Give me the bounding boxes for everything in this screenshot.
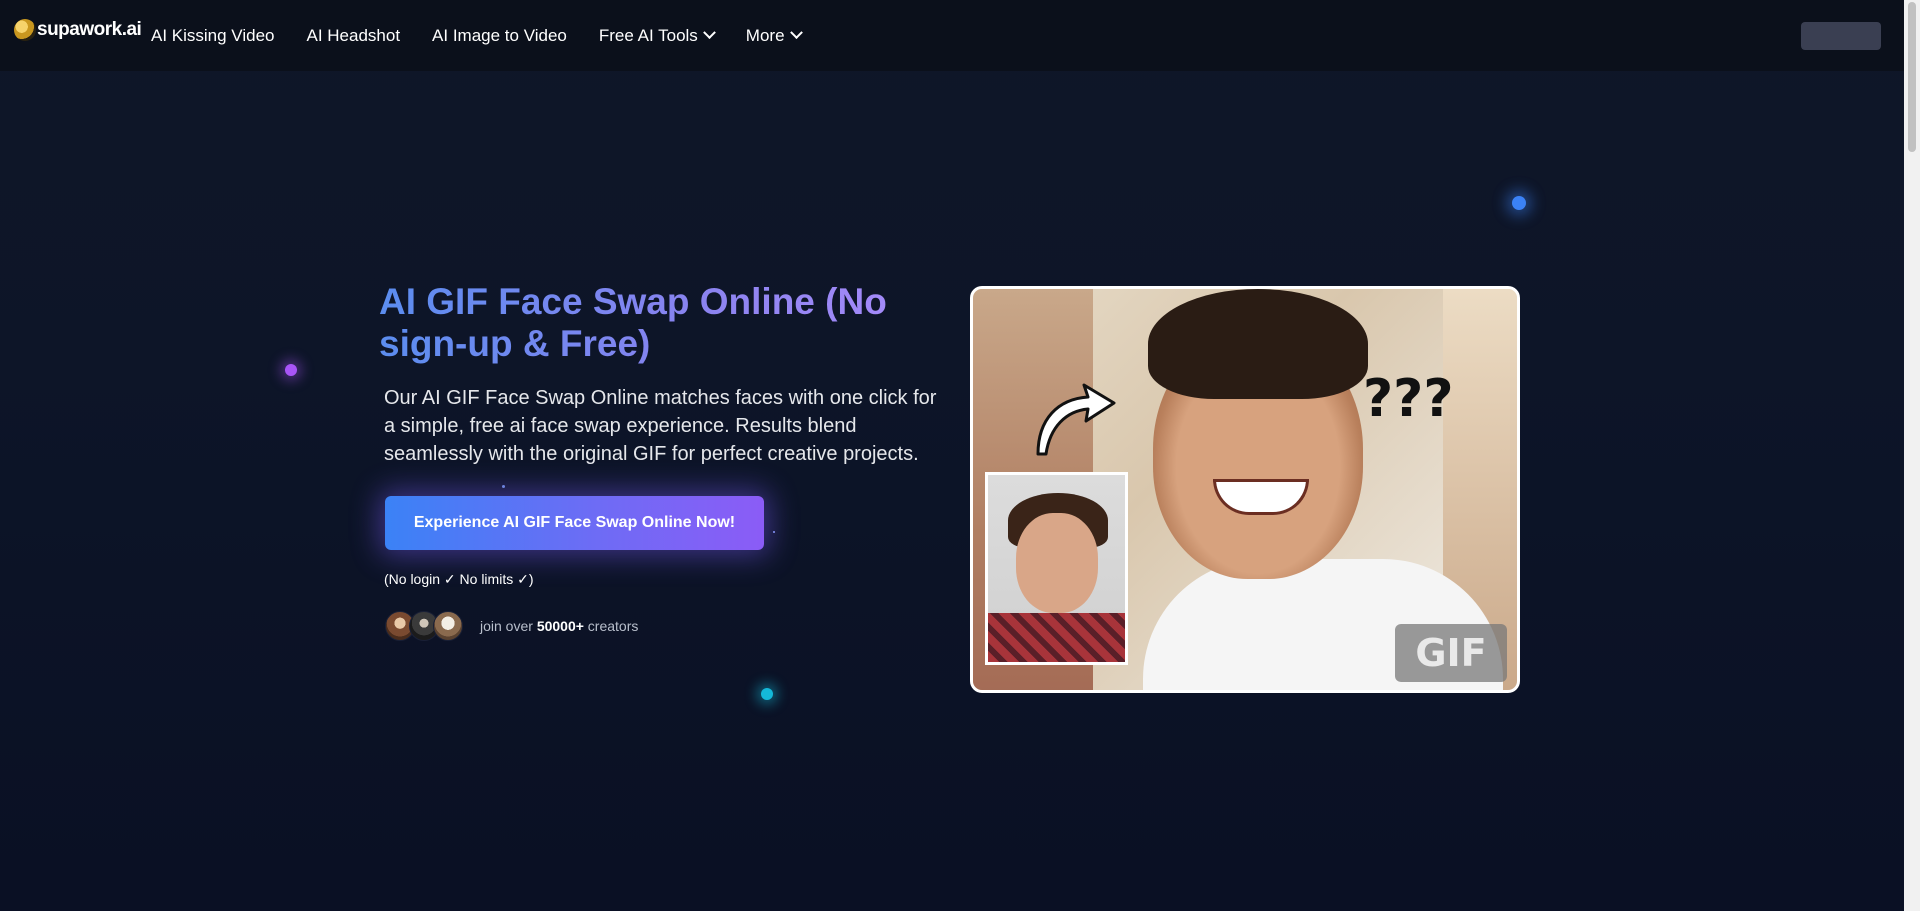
nav-item-ai-kissing-video[interactable]: AI Kissing Video	[151, 26, 274, 46]
decorative-glow-dot	[1512, 196, 1526, 210]
nav-item-ai-image-to-video[interactable]: AI Image to Video	[432, 26, 567, 46]
login-button[interactable]	[1801, 22, 1881, 50]
top-navbar: supawork.ai AI Kissing Video AI Headshot…	[0, 0, 1904, 71]
hero-title: AI GIF Face Swap Online (No sign-up & Fr…	[379, 281, 919, 365]
chevron-down-icon	[702, 26, 716, 40]
hair-shape	[1148, 289, 1368, 399]
nav-item-free-ai-tools[interactable]: Free AI Tools	[599, 26, 716, 46]
logo-icon	[14, 19, 36, 41]
cta-button[interactable]: Experience AI GIF Face Swap Online Now!	[385, 496, 764, 550]
avatar	[433, 611, 463, 641]
inset-shirt-shape	[988, 613, 1125, 662]
join-creators-text: join over 50000+ creators	[480, 618, 639, 634]
site-logo[interactable]: supawork.ai	[14, 19, 142, 41]
decorative-dot	[502, 485, 505, 488]
decorative-glow-dot	[761, 688, 773, 700]
nav-item-ai-headshot[interactable]: AI Headshot	[306, 26, 400, 46]
curved-arrow-icon	[1036, 383, 1116, 456]
hero-demo-image: ??? GIF	[970, 286, 1520, 693]
decorative-dot	[773, 531, 775, 533]
chevron-down-icon	[789, 26, 803, 40]
no-login-note: (No login ✓ No limits ✓)	[384, 571, 534, 587]
scrollbar-thumb[interactable]	[1908, 2, 1916, 152]
question-marks: ???	[1363, 369, 1454, 429]
page-scrollbar[interactable]	[1904, 0, 1920, 911]
creator-avatars	[385, 611, 463, 641]
creator-count: 50000+	[536, 618, 584, 634]
nav-item-more[interactable]: More	[746, 26, 803, 46]
nav-links: AI Kissing Video AI Headshot AI Image to…	[151, 0, 833, 71]
hero-description: Our AI GIF Face Swap Online matches face…	[384, 387, 937, 465]
source-face-inset	[985, 472, 1128, 665]
decorative-glow-dot	[285, 364, 297, 376]
logo-text: supawork.ai	[37, 19, 142, 40]
inset-face-shape	[1016, 513, 1098, 613]
gif-badge: GIF	[1395, 624, 1507, 682]
